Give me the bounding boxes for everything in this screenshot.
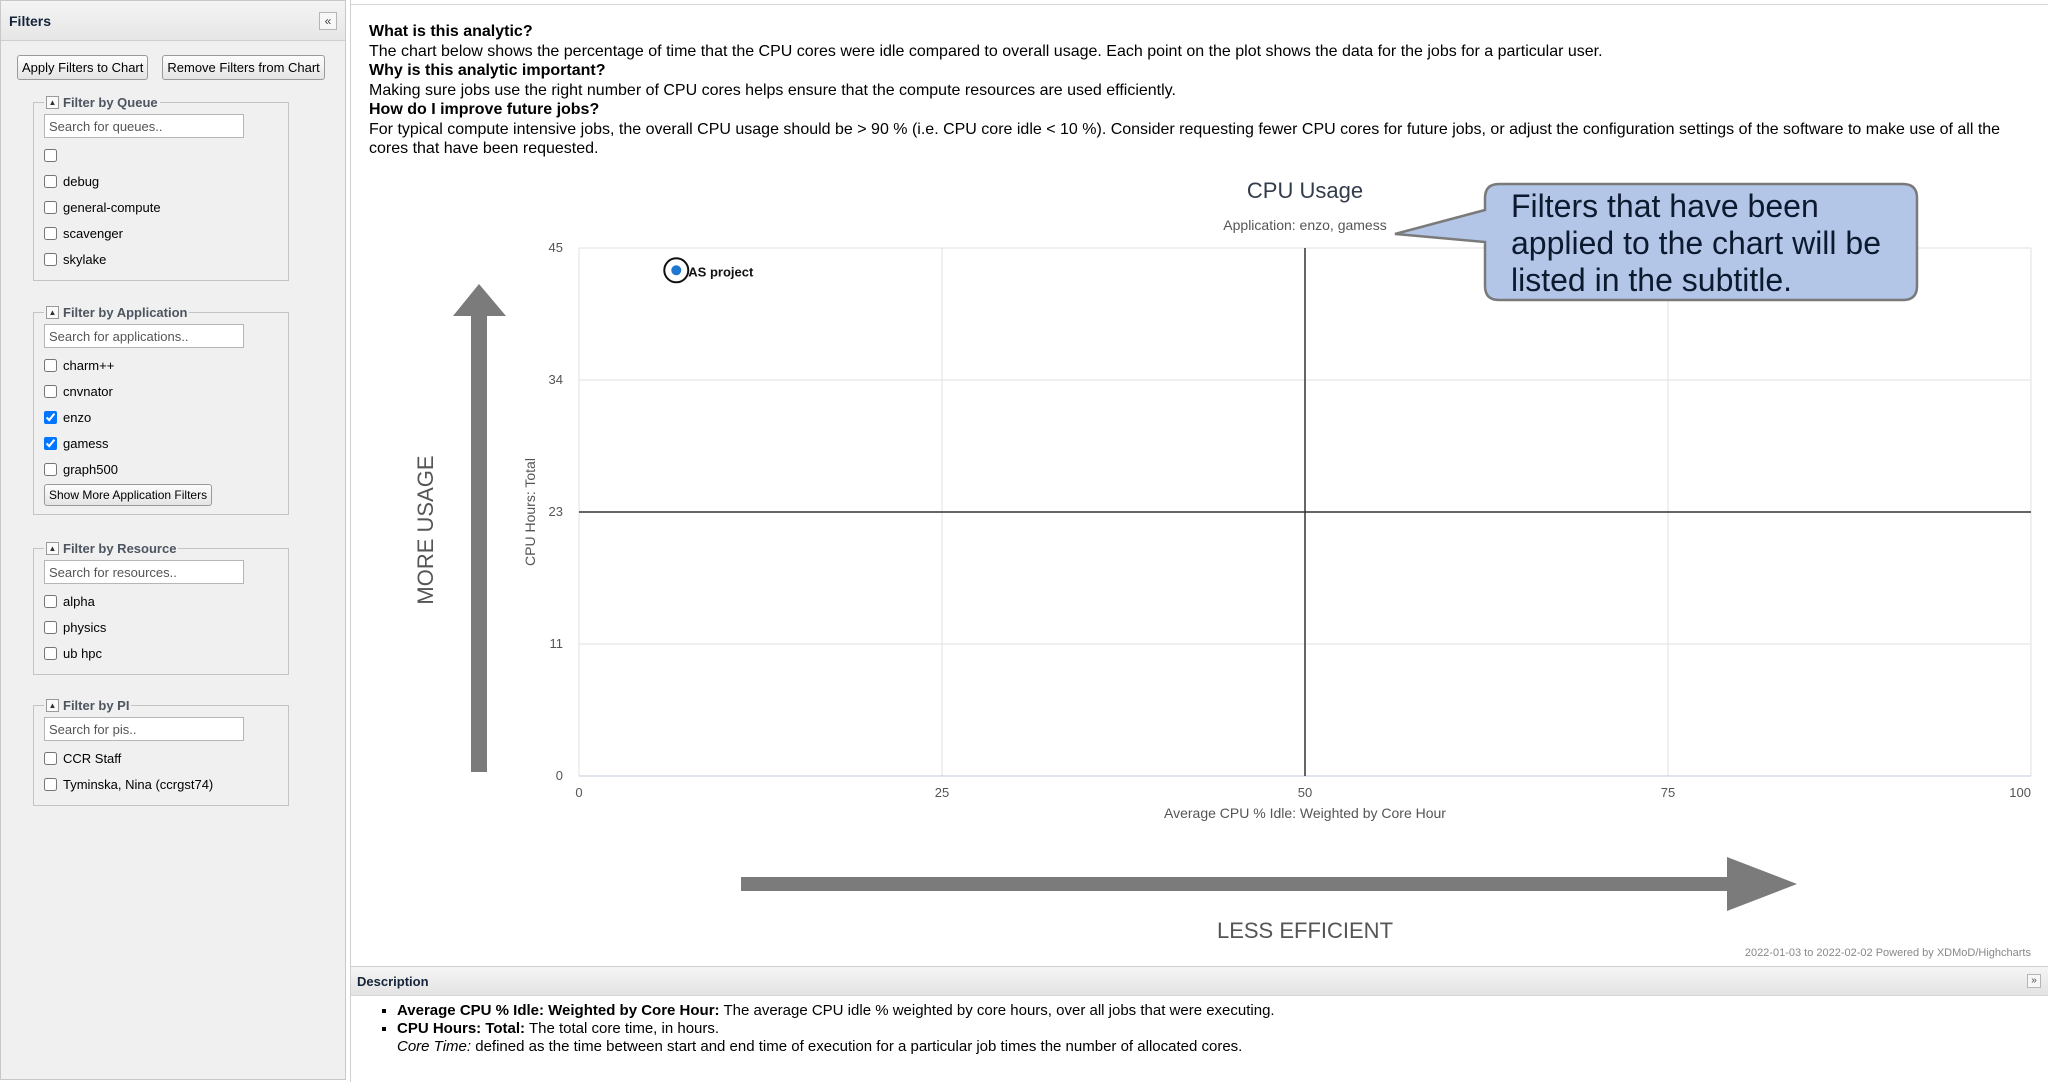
chart-credits: 2022-01-03 to 2022-02-02 Powered by XDMo… — [1745, 947, 2032, 959]
option-checkbox[interactable] — [44, 200, 57, 214]
x-tick-label: 50 — [1298, 785, 1312, 800]
less-efficient-label: LESS EFFICIENT — [1217, 918, 1393, 943]
option-checkbox[interactable] — [44, 751, 57, 765]
filter-group-resource-legend[interactable]: ▲ Filter by Resource — [44, 541, 178, 556]
option-checkbox[interactable] — [44, 620, 57, 634]
y-axis-label: CPU Hours: Total — [522, 458, 538, 566]
filter-option[interactable]: Tyminska, Nina (ccrgst74) — [44, 771, 288, 797]
collapse-left-icon[interactable]: « — [319, 11, 337, 30]
analytic-info: What is this analytic? The chart below s… — [369, 22, 2029, 159]
x-tick-label: 75 — [1661, 785, 1675, 800]
top-divider — [351, 4, 2048, 5]
filter-option[interactable]: graph500 — [44, 456, 288, 482]
filter-option[interactable]: gamess — [44, 430, 288, 456]
description-panel: Description » Average CPU % Idle: Weight… — [351, 966, 2048, 1082]
collapse-down-icon[interactable]: » — [2027, 974, 2041, 988]
info-question: How do I improve future jobs? — [369, 101, 600, 118]
y-tick-label: 45 — [549, 240, 563, 255]
filter-option[interactable]: debug — [44, 168, 288, 194]
description-title: Description — [357, 973, 429, 989]
y-tick-label: 0 — [556, 768, 563, 783]
filter-option[interactable]: enzo — [44, 404, 288, 430]
main-panel: What is this analytic? The chart below s… — [350, 0, 2048, 1082]
resource-search-input[interactable] — [44, 560, 244, 584]
x-tick-label: 25 — [935, 785, 949, 800]
option-checkbox[interactable] — [44, 384, 57, 398]
filters-title: Filters — [9, 12, 52, 29]
option-checkbox[interactable] — [44, 462, 57, 476]
description-item: Average CPU % Idle: Weighted by Core Hou… — [397, 1002, 2048, 1020]
filter-group-queue-legend[interactable]: ▲ Filter by Queue — [44, 95, 160, 110]
apply-filters-button[interactable]: Apply Filters to Chart — [17, 55, 149, 80]
option-checkbox[interactable] — [44, 148, 57, 162]
filter-option[interactable]: skylake — [44, 246, 288, 272]
description-item: CPU Hours: Total: The total core time, i… — [397, 1020, 2048, 1056]
option-checkbox[interactable] — [44, 777, 57, 791]
info-question: What is this analytic? — [369, 23, 533, 40]
info-question: Why is this analytic important? — [369, 62, 606, 79]
filter-option[interactable]: cnvnator — [44, 378, 288, 404]
filters-panel: Filters « Apply Filters to Chart Remove … — [0, 0, 346, 1080]
filter-group-pi: ▲Filter by PI CCR Staff Tyminska, Nina (… — [33, 698, 289, 806]
filters-header: Filters « — [1, 1, 345, 41]
option-checkbox[interactable] — [44, 358, 57, 372]
option-checkbox[interactable] — [44, 226, 57, 240]
option-checkbox[interactable] — [44, 252, 57, 266]
option-checkbox[interactable] — [44, 594, 57, 608]
filter-option[interactable] — [44, 142, 288, 168]
more-usage-label: MORE USAGE — [413, 455, 438, 604]
filter-group-resource: ▲Filter by Resource alpha physics ub hpc — [33, 541, 289, 675]
chart-title: CPU Usage — [1247, 178, 1363, 203]
option-checkbox[interactable] — [44, 410, 57, 424]
filter-option[interactable]: CCR Staff — [44, 745, 288, 771]
show-more-application-filters-button[interactable]: Show More Application Filters — [44, 484, 213, 506]
pi-search-input[interactable] — [44, 717, 244, 741]
less-efficient-arrow — [741, 857, 1797, 911]
info-answer: The chart below shows the percentage of … — [369, 42, 1603, 60]
application-search-input[interactable] — [44, 324, 244, 348]
remove-filters-button[interactable]: Remove Filters from Chart — [162, 55, 325, 80]
filter-option[interactable]: scavenger — [44, 220, 288, 246]
filter-option[interactable]: physics — [44, 614, 288, 640]
filter-group-application-legend[interactable]: ▲ Filter by Application — [44, 305, 189, 320]
chart-area: 0 25 50 75 100 0 11 23 34 45 CPU Usage Application:… — [351, 160, 2048, 960]
filter-group-application: ▲Filter by Application charm++ cnvnator … — [33, 305, 289, 515]
x-tick-label: 100 — [2009, 785, 2031, 800]
data-point — [671, 265, 682, 276]
option-checkbox[interactable] — [44, 436, 57, 450]
more-usage-arrow — [453, 284, 506, 772]
data-point-label: AS project — [688, 264, 754, 279]
description-body: Average CPU % Idle: Weighted by Core Hou… — [351, 996, 2048, 1056]
collapse-up-icon[interactable]: ▲ — [46, 96, 59, 109]
filter-actions: Apply Filters to Chart Remove Filters fr… — [17, 55, 325, 80]
filter-group-queue: ▲Filter by Queue debug general-compute s… — [33, 95, 289, 281]
collapse-up-icon[interactable]: ▲ — [46, 699, 59, 712]
filter-group-pi-legend[interactable]: ▲ Filter by PI — [44, 698, 131, 713]
x-axis-label: Average CPU % Idle: Weighted by Core Hou… — [1164, 805, 1446, 821]
chart-subtitle: Application: enzo, gamess — [1223, 217, 1386, 233]
collapse-up-icon[interactable]: ▲ — [46, 542, 59, 555]
description-header[interactable]: Description » — [351, 966, 2048, 996]
queue-search-input[interactable] — [44, 114, 244, 138]
y-tick-label: 11 — [550, 636, 564, 651]
filter-option[interactable]: general-compute — [44, 194, 288, 220]
option-checkbox[interactable] — [44, 174, 57, 188]
info-answer: For typical compute intensive jobs, the … — [369, 120, 2001, 158]
y-tick-label: 34 — [549, 372, 563, 387]
option-checkbox[interactable] — [44, 646, 57, 660]
callout-text: Filters that have been applied to the ch… — [1511, 188, 1881, 298]
collapse-up-icon[interactable]: ▲ — [46, 306, 59, 319]
filter-option[interactable]: alpha — [44, 588, 288, 614]
filter-option[interactable]: ub hpc — [44, 640, 288, 666]
x-tick-label: 0 — [575, 785, 582, 800]
y-tick-label: 23 — [549, 504, 563, 519]
filter-option[interactable]: charm++ — [44, 352, 288, 378]
info-answer: Making sure jobs use the right number of… — [369, 81, 1176, 99]
